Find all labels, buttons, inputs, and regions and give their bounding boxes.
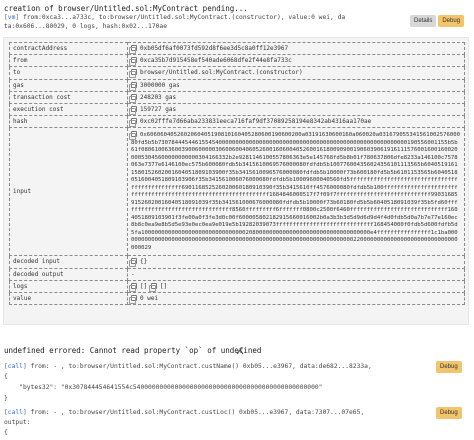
row-value: - <box>131 270 135 278</box>
debug-button[interactable]: Debug <box>436 361 462 373</box>
copy-icon[interactable] <box>129 69 137 79</box>
row-key: transaction cost <box>9 90 128 104</box>
row-value: 3000000 gas <box>140 81 180 89</box>
call-tag: [call] <box>4 363 27 370</box>
vm-summary-line1: from:0xca3...a733c, to:browser/Untitled.… <box>19 14 346 21</box>
row-key: logs <box>9 279 128 293</box>
vm-transaction-summary: [vm] from:0xca3...a733c, to:browser/Unti… <box>4 14 470 32</box>
vm-summary-line2: ta:0x606...80029, 0 logs, hash:0x02...17… <box>4 22 168 30</box>
pending-title: creation of browser/Untitled.sol:MyContr… <box>4 4 248 13</box>
table-row: from 0xca35b7d915458ef540ade6068dfe2f44e… <box>9 54 465 68</box>
copy-icon[interactable] <box>129 45 137 55</box>
table-row-input: input 0x60606040526020604051908101604052… <box>9 127 465 257</box>
debug-button[interactable]: Debug <box>436 407 462 419</box>
table-row: value 0 wei <box>9 291 465 306</box>
copy-icon[interactable] <box>129 93 137 103</box>
call-summary-1: [call] from: - , to:browser/Untitled.sol… <box>4 360 470 373</box>
transaction-details-table: contractAddress 0xb05df6af0073fd592d8f6e… <box>9 41 465 306</box>
row-value: [] <box>140 282 148 290</box>
table-row: execution cost 159727 gas <box>9 102 465 117</box>
row-key: execution cost <box>9 102 128 117</box>
call-summary-2: [call] from: - , to:browser/Untitled.sol… <box>4 406 470 419</box>
table-row: decoded output - <box>9 267 465 281</box>
call-text: from: - , to:browser/Untitled.sol:MyCont… <box>26 409 365 416</box>
table-row: gas 3000000 gas <box>9 78 465 92</box>
call-output-label: output: <box>4 419 31 426</box>
table-row: contractAddress 0xb05df6af0073fd592d8f6e… <box>9 41 465 56</box>
details-button[interactable]: Details <box>410 15 437 27</box>
copy-icon[interactable] <box>129 106 137 116</box>
table-row: transaction cost 248203 gas <box>9 90 465 104</box>
table-row: decoded input {} <box>9 255 465 269</box>
row-value: 0xca35b7d915458ef540ade6068dfe2f44e8fa73… <box>140 57 292 65</box>
error-message: undefined errored: Cannot read property … <box>4 346 262 355</box>
call-output-line: "bytes32": "0x307844454641554c5400000000… <box>4 384 323 391</box>
table-row: hash 0xc02fffe7d66aba233831eeca716faf9df… <box>9 115 465 129</box>
row-key: decoded input <box>9 255 128 269</box>
row-value: [] <box>159 282 168 290</box>
copy-icon[interactable] <box>129 131 137 141</box>
row-key: input <box>9 127 128 257</box>
call-output-open: { <box>4 373 8 380</box>
call-text: from: - , to:browser/Untitled.sol:MyCont… <box>26 363 372 370</box>
copy-icon[interactable] <box>129 294 137 304</box>
debug-button[interactable]: Debug <box>438 15 465 27</box>
row-value: {} <box>140 258 148 266</box>
row-key: hash <box>9 115 128 129</box>
call-output-close: } <box>4 395 8 402</box>
vm-tag: [vm] <box>4 14 20 21</box>
copy-icon[interactable] <box>129 57 137 67</box>
row-key: contractAddress <box>9 41 128 56</box>
copy-icon[interactable] <box>129 81 137 91</box>
row-value: 0xb05df6af0073fd592d8f6ee3d5c8a0ff12e396… <box>140 45 289 53</box>
row-value: 248203 gas <box>140 93 177 101</box>
row-value: browser/Untitled.sol:MyContract.(constru… <box>140 69 303 77</box>
copy-icon[interactable] <box>129 118 137 128</box>
input-data-value: 0x60606040526020604051908101604052806001… <box>131 132 460 251</box>
call-output-open: { <box>4 429 8 436</box>
copy-icon[interactable] <box>148 282 157 292</box>
row-value: 0xc02fffe7d66aba233831eeca716faf9df37089… <box>140 118 372 126</box>
copy-icon[interactable] <box>129 258 137 268</box>
row-key: value <box>9 291 128 306</box>
transaction-details-panel: contractAddress 0xb05df6af0073fd592d8f6e… <box>3 37 469 355</box>
row-value: 0 wei <box>140 294 159 302</box>
row-key: gas <box>9 78 128 92</box>
row-key: decoded output <box>9 267 128 281</box>
table-row: logs [] [] <box>9 279 465 293</box>
copy-icon[interactable] <box>129 282 137 292</box>
call-tag: [call] <box>4 409 27 416</box>
table-row: to browser/Untitled.sol:MyContract.(cons… <box>9 66 465 80</box>
row-key: to <box>9 66 128 80</box>
row-key: from <box>9 54 128 68</box>
row-value: 159727 gas <box>140 106 177 114</box>
